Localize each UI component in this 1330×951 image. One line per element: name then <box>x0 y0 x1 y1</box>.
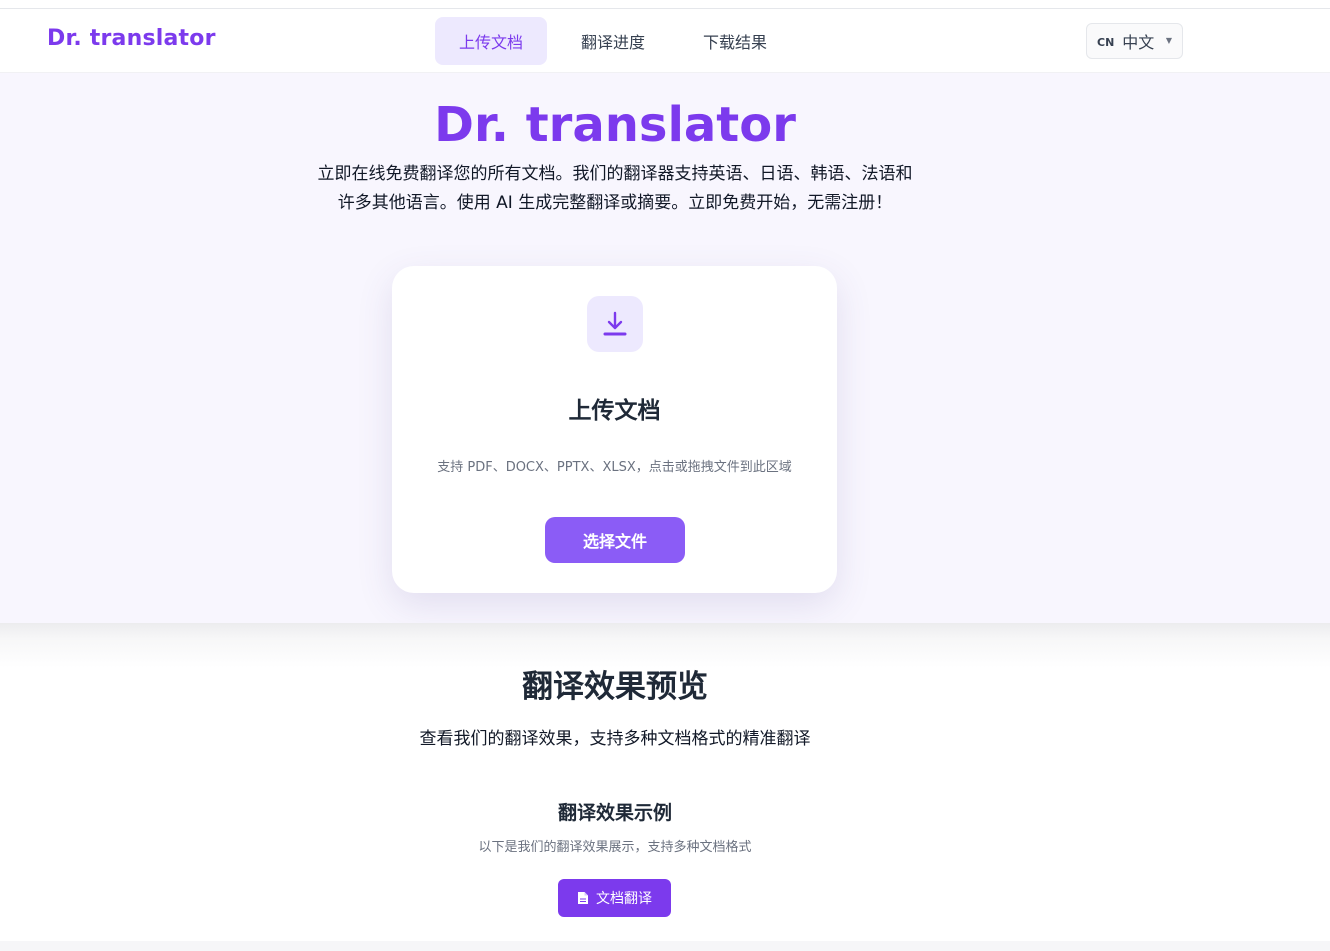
preview-subtitle: 查看我们的翻译效果，支持多种文档格式的精准翻译 <box>419 729 811 749</box>
header: Dr. translator 上传文档 翻译进度 下载结果 CN 中文 ▼ <box>0 9 1330 73</box>
upload-title: 上传文档 <box>568 398 661 424</box>
example-subtitle: 以下是我们的翻译效果展示，支持多种文档格式 <box>478 840 752 855</box>
upload-dropzone[interactable]: 上传文档 支持 PDF、DOCX、PPTX、XLSX，点击或拖拽文件到此区域 选… <box>392 266 837 593</box>
upload-hint: 支持 PDF、DOCX、PPTX、XLSX，点击或拖拽文件到此区域 <box>437 460 792 475</box>
document-translation-label: 文档翻译 <box>596 891 652 907</box>
bottom-band <box>0 941 1330 951</box>
logo[interactable]: Dr. translator <box>47 26 216 51</box>
nav-item-progress[interactable]: 翻译进度 <box>557 17 669 65</box>
document-translation-button[interactable]: 文档翻译 <box>558 879 671 917</box>
preview-title: 翻译效果预览 <box>522 669 708 705</box>
document-icon <box>577 891 589 905</box>
hero-section: Dr. translator 立即在线免费翻译您的所有文档。我们的翻译器支持英语… <box>0 73 1330 623</box>
caret-down-icon: ▼ <box>1165 36 1172 45</box>
language-select[interactable]: CN 中文 ▼ <box>1086 23 1183 59</box>
hero-description: 立即在线免费翻译您的所有文档。我们的翻译器支持英语、日语、韩语、法语和许多其他语… <box>317 164 913 213</box>
download-icon <box>587 296 643 352</box>
hero-title: Dr. translator <box>434 97 796 153</box>
select-file-button[interactable]: 选择文件 <box>545 517 685 563</box>
nav-item-upload[interactable]: 上传文档 <box>435 17 548 65</box>
main-nav: 上传文档 翻译进度 下载结果 <box>435 17 801 65</box>
preview-section: 翻译效果预览 查看我们的翻译效果，支持多种文档格式的精准翻译 翻译效果示例 以下… <box>0 623 1330 941</box>
top-border <box>0 0 1330 9</box>
language-code: CN <box>1097 36 1115 49</box>
language-label: 中文 <box>1122 33 1155 52</box>
example-title: 翻译效果示例 <box>557 802 672 824</box>
nav-item-download[interactable]: 下载结果 <box>679 17 791 65</box>
